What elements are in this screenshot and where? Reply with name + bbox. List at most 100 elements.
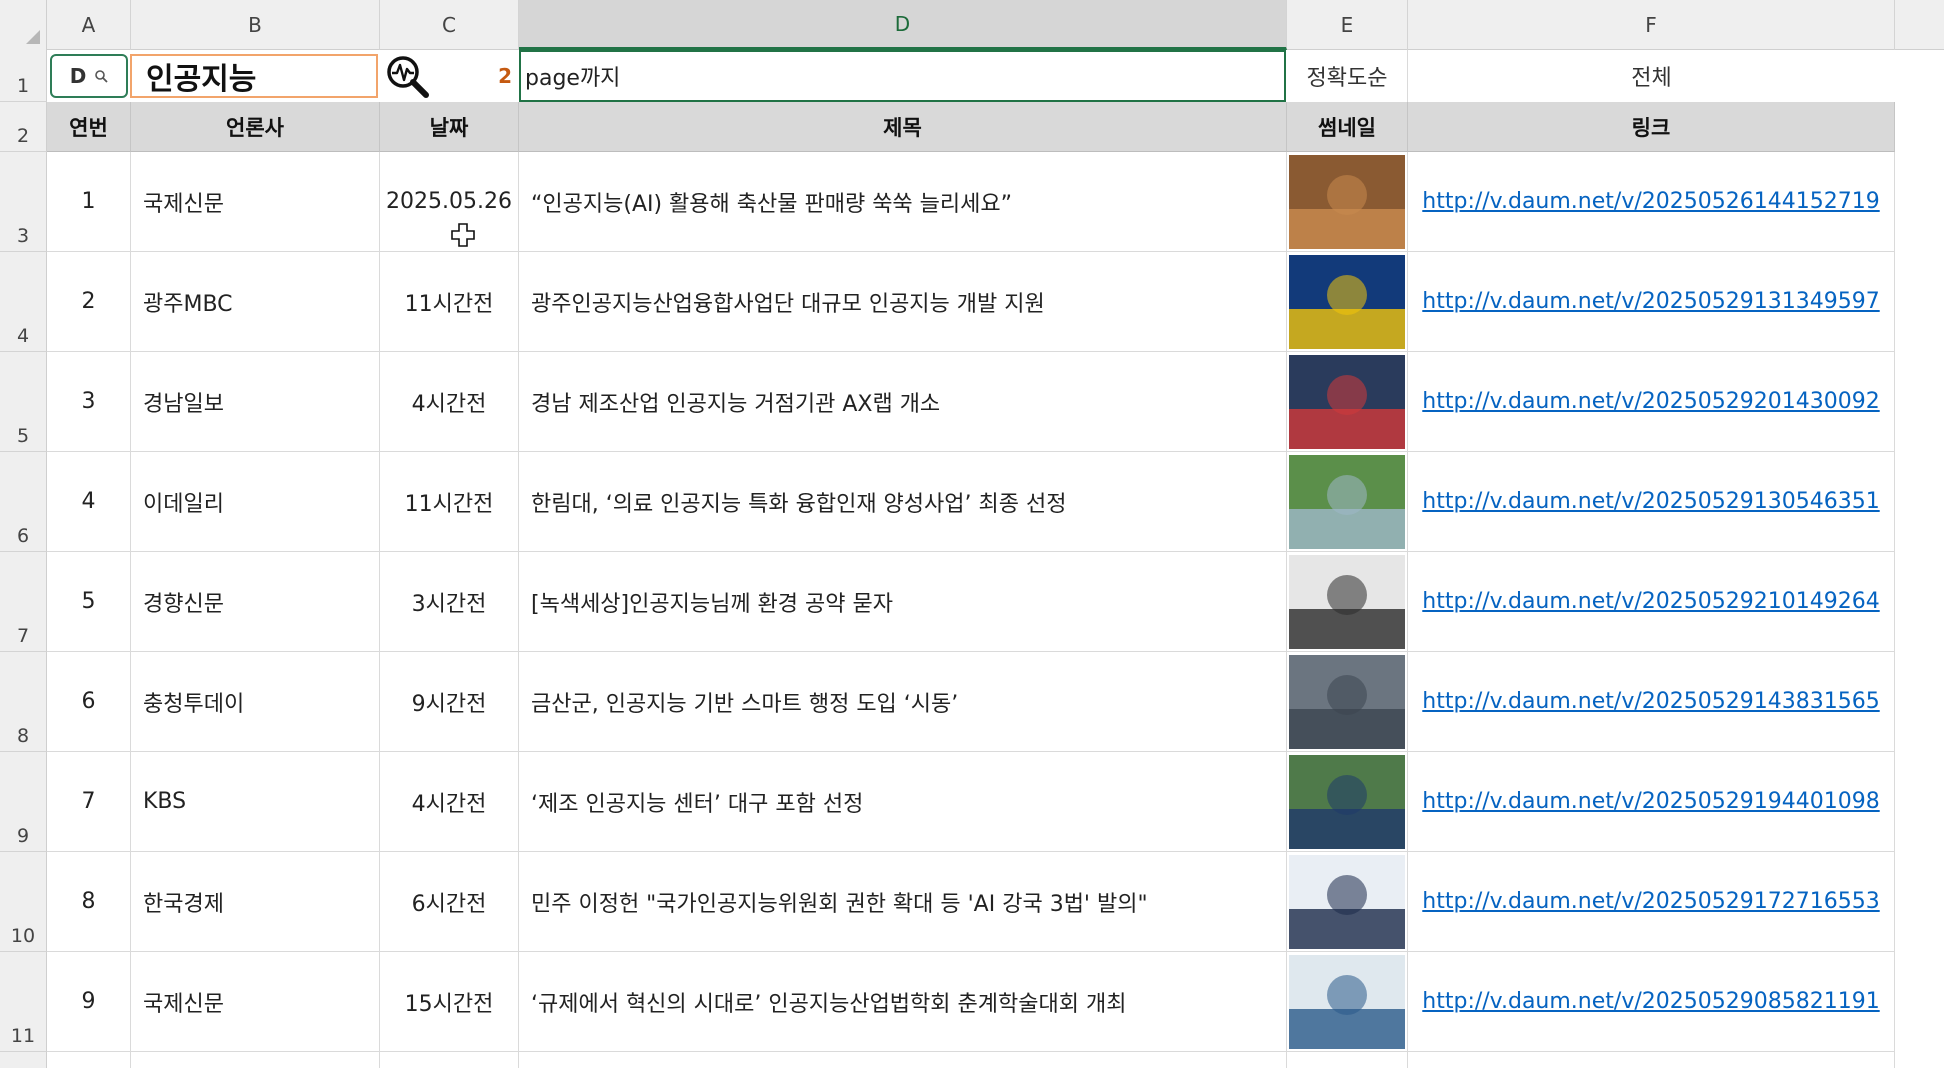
cell-thumbnail[interactable] [1287, 852, 1408, 952]
article-link[interactable]: http://v.daum.net/v/20250529131349597 [1422, 289, 1879, 314]
cell-press[interactable]: 경남일보 [131, 352, 380, 452]
row-header-4[interactable]: 4 [0, 252, 47, 352]
cell-title[interactable]: “인공지능(AI) 활용해 축산물 판매량 쑥쑥 늘리세요” [519, 152, 1287, 252]
cell-title[interactable]: 금산군, 인공지능 기반 스마트 행정 도입 ‘시동’ [519, 652, 1287, 752]
partial-row-cell [47, 1052, 131, 1068]
page-suffix-cell[interactable]: page까지 [519, 50, 1286, 102]
row-header-11[interactable]: 11 [0, 952, 47, 1052]
cell-title[interactable]: [녹색세상]인공지능님께 환경 공약 묻자 [519, 552, 1287, 652]
article-link[interactable]: http://v.daum.net/v/20250529210149264 [1422, 589, 1879, 614]
cell-date[interactable]: 15시간전 [380, 952, 519, 1052]
thumbnail-image[interactable] [1289, 354, 1405, 449]
header-press: 언론사 [131, 102, 380, 152]
article-link[interactable]: http://v.daum.net/v/20250529130546351 [1422, 489, 1879, 514]
row-header-6[interactable]: 6 [0, 452, 47, 552]
cell-date[interactable]: 4시간전 [380, 352, 519, 452]
cell-link: http://v.daum.net/v/20250529130546351 [1408, 452, 1895, 552]
cell-title[interactable]: 경남 제조산업 인공지능 거점기관 AX랩 개소 [519, 352, 1287, 452]
column-header-d[interactable]: D [519, 0, 1287, 50]
row-header-12-partial [0, 1052, 47, 1068]
thumbnail-image[interactable] [1289, 654, 1405, 749]
thumbnail-image[interactable] [1289, 954, 1405, 1049]
header-thumbnail: 썸네일 [1287, 102, 1408, 152]
row-header-5[interactable]: 5 [0, 352, 47, 452]
cell-no[interactable]: 4 [47, 452, 131, 552]
cell-date[interactable]: 11시간전 [380, 452, 519, 552]
cell-title[interactable]: ‘규제에서 혁신의 시대로’ 인공지능산업법학회 춘계학술대회 개최 [519, 952, 1287, 1052]
cell-link: http://v.daum.net/v/20250529131349597 [1408, 252, 1895, 352]
page-count-cell[interactable]: 2 [436, 50, 518, 102]
dropdown-control[interactable]: D [50, 54, 128, 98]
row-header-8[interactable]: 8 [0, 652, 47, 752]
article-link[interactable]: http://v.daum.net/v/20250529143831565 [1422, 689, 1879, 714]
cell-thumbnail[interactable] [1287, 252, 1408, 352]
cell-thumbnail[interactable] [1287, 452, 1408, 552]
article-link[interactable]: http://v.daum.net/v/20250529085821191 [1422, 989, 1879, 1014]
cell-no[interactable]: 5 [47, 552, 131, 652]
column-header-f[interactable]: F [1408, 0, 1895, 50]
cell-no[interactable]: 3 [47, 352, 131, 452]
row-header-2[interactable]: 2 [0, 102, 47, 152]
cell-title[interactable]: 한림대, ‘의료 인공지능 특화 융합인재 양성사업’ 최종 선정 [519, 452, 1287, 552]
article-link[interactable]: http://v.daum.net/v/20250529201430092 [1422, 389, 1879, 414]
thumbnail-image[interactable] [1289, 454, 1405, 549]
thumbnail-image[interactable] [1289, 254, 1405, 349]
cell-thumbnail[interactable] [1287, 352, 1408, 452]
cell-press[interactable]: KBS [131, 752, 380, 852]
cell-press[interactable]: 국제신문 [131, 952, 380, 1052]
cell-no[interactable]: 6 [47, 652, 131, 752]
cell-no[interactable]: 9 [47, 952, 131, 1052]
column-header-c[interactable]: C [380, 0, 519, 50]
partial-row-cell [1287, 1052, 1408, 1068]
cell-no[interactable]: 1 [47, 152, 131, 252]
cell-no[interactable]: 8 [47, 852, 131, 952]
column-header-a[interactable]: A [47, 0, 131, 50]
cell-press[interactable]: 경향신문 [131, 552, 380, 652]
row-header-10[interactable]: 10 [0, 852, 47, 952]
article-link[interactable]: http://v.daum.net/v/20250529172716553 [1422, 889, 1879, 914]
cell-press[interactable]: 이데일리 [131, 452, 380, 552]
sort-order-cell[interactable]: 정확도순 [1287, 50, 1408, 102]
thumbnail-image[interactable] [1289, 154, 1405, 249]
scope-cell[interactable]: 전체 [1408, 50, 1895, 102]
select-all-corner[interactable] [0, 0, 47, 50]
cell-no[interactable]: 2 [47, 252, 131, 352]
cell-link: http://v.daum.net/v/20250529172716553 [1408, 852, 1895, 952]
cell-link: http://v.daum.net/v/20250529201430092 [1408, 352, 1895, 452]
thumbnail-image[interactable] [1289, 754, 1405, 849]
thumbnail-image[interactable] [1289, 854, 1405, 949]
article-link[interactable]: http://v.daum.net/v/20250529194401098 [1422, 789, 1879, 814]
cell-thumbnail[interactable] [1287, 552, 1408, 652]
cell-press[interactable]: 한국경제 [131, 852, 380, 952]
cell-thumbnail[interactable] [1287, 152, 1408, 252]
cell-thumbnail[interactable] [1287, 652, 1408, 752]
partial-row-cell [1408, 1052, 1895, 1068]
row-header-3[interactable]: 3 [0, 152, 47, 252]
cell-thumbnail[interactable] [1287, 952, 1408, 1052]
cell-date[interactable]: 3시간전 [380, 552, 519, 652]
row-header-7[interactable]: 7 [0, 552, 47, 652]
cell-date[interactable]: 6시간전 [380, 852, 519, 952]
keyword-input[interactable]: 인공지능 [130, 54, 378, 98]
cell-date[interactable]: 9시간전 [380, 652, 519, 752]
cell-thumbnail[interactable] [1287, 752, 1408, 852]
row-header-1[interactable]: 1 [0, 50, 47, 102]
cell-press[interactable]: 충청투데이 [131, 652, 380, 752]
cell-link: http://v.daum.net/v/20250529085821191 [1408, 952, 1895, 1052]
cell-title[interactable]: 민주 이정헌 "국가인공지능위원회 권한 확대 등 'AI 강국 3법' 발의" [519, 852, 1287, 952]
cell-title[interactable]: ‘제조 인공지능 센터’ 대구 포함 선정 [519, 752, 1287, 852]
row-header-9[interactable]: 9 [0, 752, 47, 852]
column-header-e[interactable]: E [1287, 0, 1408, 50]
cell-title[interactable]: 광주인공지능산업융합사업단 대규모 인공지능 개발 지원 [519, 252, 1287, 352]
cell-no[interactable]: 7 [47, 752, 131, 852]
cell-date[interactable]: 11시간전 [380, 252, 519, 352]
cell-press[interactable]: 국제신문 [131, 152, 380, 252]
select-all-triangle-icon [26, 30, 40, 44]
column-header-b[interactable]: B [131, 0, 380, 50]
search-button[interactable] [382, 52, 432, 100]
cell-press[interactable]: 광주MBC [131, 252, 380, 352]
article-link[interactable]: http://v.daum.net/v/20250526144152719 [1422, 189, 1879, 214]
cell-date[interactable]: 4시간전 [380, 752, 519, 852]
thumbnail-image[interactable] [1289, 554, 1405, 649]
header-date: 날짜 [380, 102, 519, 152]
